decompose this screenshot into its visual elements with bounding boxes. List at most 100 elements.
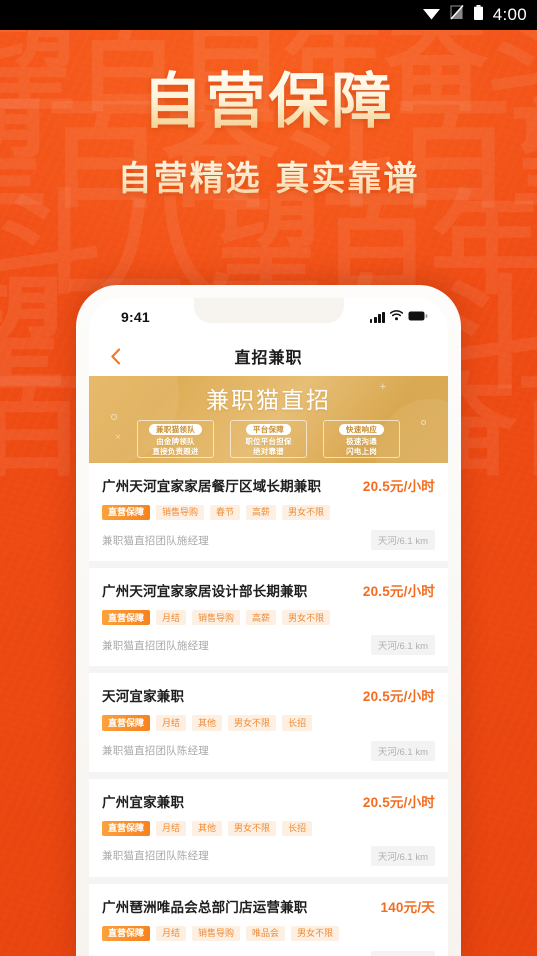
job-title: 广州天河宜家家居餐厅区域长期兼职	[102, 479, 322, 494]
phone-notch	[193, 298, 344, 323]
job-location-badge: 天河/6.1 km	[370, 740, 435, 761]
job-header: 广州宜家兼职 20.5元/小时	[102, 791, 435, 812]
job-tag-row: 直营保障 销售导购 春节 高薪 男女不限	[102, 504, 435, 521]
job-card[interactable]: 广州天河宜家家居餐厅区域长期兼职 20.5元/小时直营保障 销售导购 春节 高薪 男女不限…	[89, 463, 448, 562]
battery-icon	[473, 4, 484, 26]
phone-screen: 9:41 直招兼职 + × 兼职猫直招 兼职猫领队 由金牌领队 直接负责跟进 平…	[89, 298, 448, 956]
feature-box: 快速响应 极速沟通 闪电上岗	[323, 420, 400, 458]
job-footer: 兼职猫直招团队施经理 天河/6.1 km	[102, 530, 435, 551]
job-tag: 直营保障	[102, 820, 151, 836]
cellular-signal-icon	[369, 311, 385, 323]
feature-box: 兼职猫领队 由金牌领队 直接负责跟进	[137, 420, 214, 458]
job-title: 广州宜家兼职	[102, 794, 185, 810]
feature-pill: 兼职猫领队	[149, 424, 202, 436]
feature-line: 职位平台担保	[245, 437, 292, 447]
job-tag: 春节	[210, 504, 241, 521]
job-tag: 长招	[282, 715, 313, 731]
job-recruiter: 兼职猫直招团队施经理	[102, 534, 209, 547]
job-tag-row: 直营保障 月结 销售导购 唯品会 男女不限	[102, 925, 435, 942]
job-tag: 长招	[282, 820, 313, 836]
headline-block: 自营保障 自营精选 真实靠谱	[0, 68, 537, 200]
job-header: 广州琶洲唯品会总部门店运营兼职 140元/天	[102, 896, 435, 917]
job-recruiter: 兼职猫直招团队施经理	[102, 639, 209, 652]
feature-line: 闪电上岗	[346, 446, 377, 456]
job-price: 20.5元/小时	[362, 689, 435, 705]
job-footer: 兼职猫直招团队施经理琶洲/6.4 km	[102, 951, 435, 956]
job-card[interactable]: 广州琶洲唯品会总部门店运营兼职 140元/天直营保障月结销售导购唯品会男女不限兼职…	[89, 883, 448, 956]
job-tag: 直营保障	[102, 715, 151, 731]
job-tag: 高薪	[246, 610, 277, 626]
job-tag-row: 直营保障 月结 其他 男女不限 长招	[102, 715, 435, 731]
job-footer: 兼职猫直招团队陈经理 天河/6.1 km	[102, 740, 435, 761]
job-footer: 兼职猫直招团队陈经理 天河/6.1 km	[102, 845, 435, 866]
job-tag: 其他	[192, 715, 223, 731]
job-tag: 销售导购	[192, 925, 241, 942]
android-clock: 4:00	[492, 5, 527, 24]
battery-icon	[408, 308, 428, 326]
job-recruiter: 兼职猫直招团队陈经理	[102, 745, 209, 758]
feature-box: 平台保障 职位平台担保 绝对靠谱	[230, 420, 307, 458]
job-card[interactable]: 广州天河宜家家居设计部长期兼职 20.5元/小时 直营保障 月结 销售导购 高薪 男女不限兼…	[89, 568, 448, 667]
job-card[interactable]: 广州宜家兼职 20.5元/小时 直营保障 月结 其他 男女不限 长招 兼职猫直招团队陈经理 天河…	[89, 778, 448, 877]
ios-clock: 9:41	[121, 309, 150, 325]
job-tag: 直营保障	[102, 610, 151, 626]
job-price: 20.5元/小时	[362, 584, 435, 600]
job-location-badge: 天河/6.1 km	[370, 530, 435, 551]
feature-row: 兼职猫领队 由金牌领队 直接负责跟进 平台保障 职位平台担保 绝对靠谱 快速响应 极速沟通 闪电…	[89, 420, 448, 458]
feature-line: 绝对靠谱	[253, 446, 284, 456]
feature-line: 极速沟通	[346, 437, 377, 447]
job-location-badge: 天河/6.1 km	[370, 845, 435, 866]
android-status-bar: 4:00	[0, 0, 537, 30]
wifi-icon	[422, 6, 441, 25]
chevron-left-icon[interactable]	[105, 346, 125, 366]
page-title: 自营保障	[0, 68, 537, 137]
feature-pill: 平台保障	[245, 424, 292, 436]
job-tag-row: 直营保障 月结 销售导购 高薪 男女不限	[102, 610, 435, 626]
promo-banner-title: 兼职猫直招	[206, 387, 331, 413]
job-price: 20.5元/小时	[362, 479, 435, 494]
job-tag: 男女不限	[228, 715, 277, 731]
job-price: 20.5元/小时	[362, 794, 435, 810]
ios-status-icons	[369, 308, 428, 326]
navigation-bar: 直招兼职	[89, 336, 448, 376]
job-card[interactable]: 天河宜家兼职 20.5元/小时 直营保障 月结 其他 男女不限 长招 兼职猫直招团队陈经理 天河…	[89, 673, 448, 772]
job-tag: 男女不限	[282, 610, 331, 626]
job-tag: 月结	[156, 820, 187, 836]
feature-line: 由金牌领队	[156, 437, 195, 447]
job-list: 广州天河宜家家居餐厅区域长期兼职 20.5元/小时 直营保障 销售导购 春节 高薪 男女不限…	[89, 463, 448, 956]
job-tag: 销售导购	[192, 610, 241, 626]
job-title: 天河宜家兼职	[102, 689, 185, 705]
watermark-row: 斗八望百年奋百	[0, 179, 537, 311]
job-tag: 直营保障	[102, 504, 151, 521]
job-tag: 高薪	[246, 504, 277, 521]
job-tag: 月结	[156, 610, 187, 626]
job-header: 广州天河宜家家居设计部长期兼职 20.5元/小时	[102, 580, 435, 601]
job-header: 广州天河宜家家居餐厅区域长期兼职 20.5元/小时	[102, 475, 435, 496]
job-tag: 男女不限	[282, 504, 331, 521]
job-tag: 其他	[192, 820, 223, 836]
job-tag-row: 直营保障 月结 其他 男女不限 长招	[102, 820, 435, 836]
feature-line: 直接负责跟进	[152, 446, 199, 456]
promo-banner[interactable]: + × 兼职猫直招 兼职猫领队 由金牌领队 直接负责跟进 平台保障 职位平台担保 绝对靠谱…	[89, 376, 448, 463]
job-title: 广州天河宜家家居设计部长期兼职	[102, 584, 308, 600]
job-tag: 男女不限	[291, 925, 340, 942]
feature-pill: 快速响应	[338, 424, 385, 436]
job-tag: 月结	[156, 925, 187, 942]
job-tag: 销售导购	[156, 504, 205, 521]
signal-off-icon	[450, 5, 464, 25]
job-tag: 男女不限	[228, 820, 277, 836]
feature-lines: 职位平台担保 绝对靠谱	[245, 437, 291, 456]
job-location-badge: 天河/6.1 km	[370, 635, 435, 656]
job-title: 广州琶洲唯品会总部门店运营兼职	[102, 899, 308, 915]
wifi-icon	[389, 308, 404, 326]
job-location-badge: 琶洲/6.4 km	[370, 951, 435, 956]
ios-status-bar: 9:41	[89, 298, 448, 336]
job-tag: 唯品会	[246, 925, 286, 942]
job-tag: 月结	[156, 715, 187, 731]
job-price: 140元/天	[380, 899, 435, 915]
job-tag: 直营保障	[102, 925, 151, 942]
job-footer: 兼职猫直招团队施经理 天河/6.1 km	[102, 635, 435, 656]
feature-lines: 极速沟通 闪电上岗	[346, 437, 377, 456]
feature-lines: 由金牌领队 直接负责跟进	[152, 437, 198, 456]
job-recruiter: 兼职猫直招团队陈经理	[102, 850, 209, 863]
